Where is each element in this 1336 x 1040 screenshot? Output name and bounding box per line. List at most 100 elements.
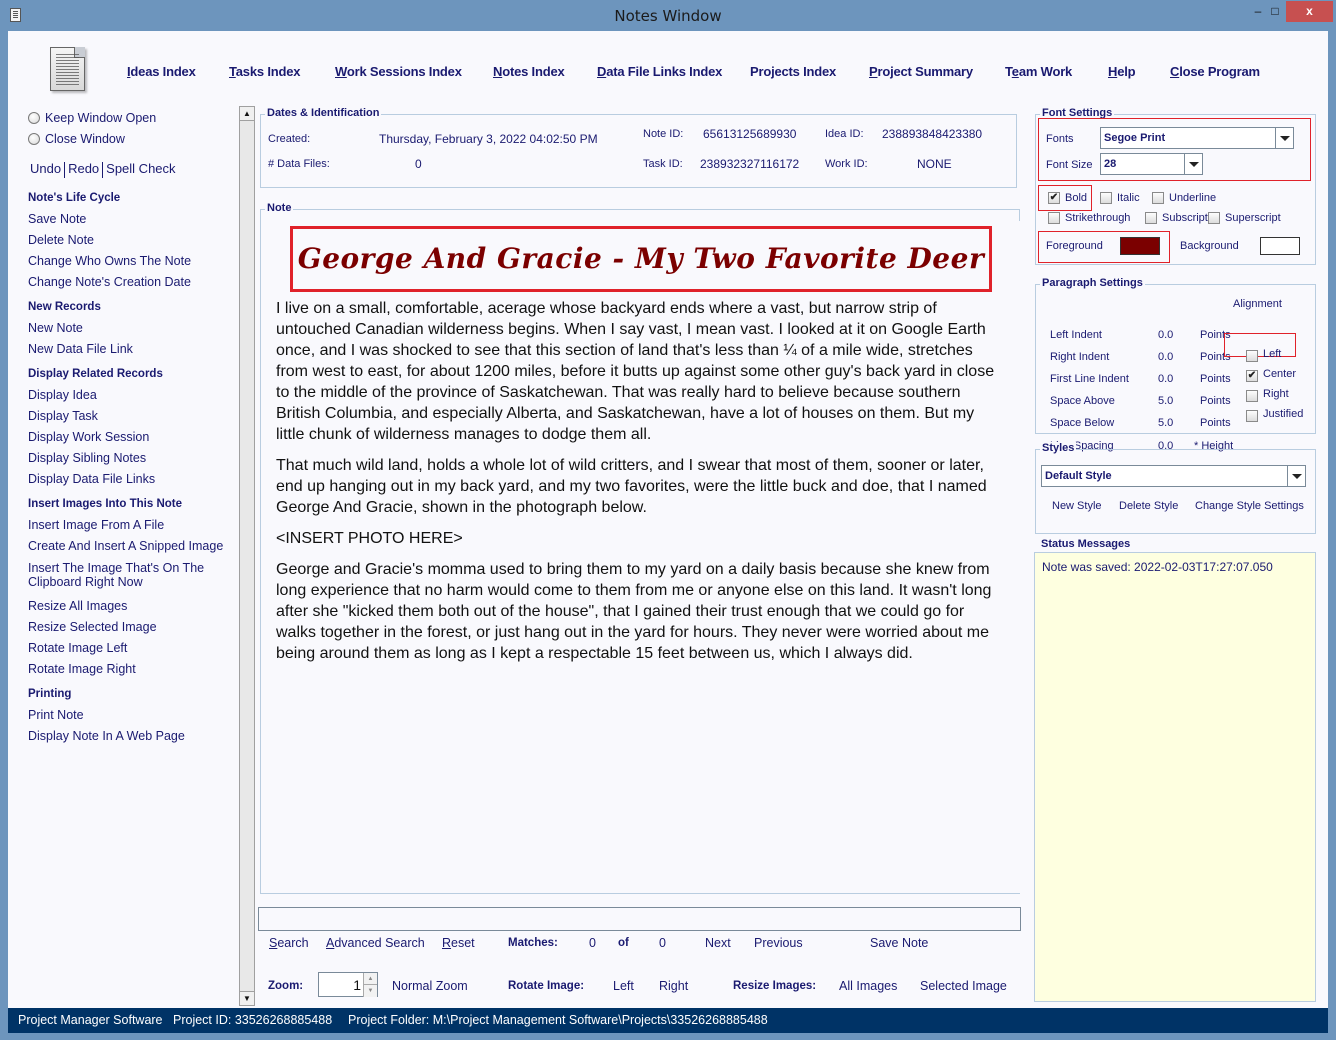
- superscript-label: Superscript: [1225, 212, 1281, 224]
- nav-ideas-index[interactable]: Ideas Index: [127, 64, 196, 79]
- nav-data-file-links-index[interactable]: Data File Links Index: [597, 64, 722, 79]
- search-button[interactable]: Search: [269, 936, 309, 950]
- nav-projects-index[interactable]: Projects Index: [750, 64, 836, 79]
- spinner-down-icon[interactable]: ▼: [363, 985, 377, 997]
- zoom-stepper[interactable]: 1 ▲ ▼: [318, 972, 378, 997]
- redo-button[interactable]: Redo: [68, 161, 99, 176]
- resize-all-images-link[interactable]: Resize All Images: [28, 599, 127, 613]
- space-above-value[interactable]: 5.0: [1158, 395, 1173, 407]
- space-below-value[interactable]: 5.0: [1158, 417, 1173, 429]
- keep-window-open-radio[interactable]: [28, 112, 40, 124]
- scroll-down-arrow-icon[interactable]: ▼: [240, 991, 254, 1005]
- maximize-button[interactable]: □: [1262, 1, 1288, 22]
- resize-selected-image-link[interactable]: Resize Selected Image: [28, 620, 157, 634]
- reset-button[interactable]: Reset: [442, 936, 475, 950]
- background-color-swatch[interactable]: [1260, 237, 1300, 255]
- foreground-color-swatch[interactable]: [1120, 237, 1160, 255]
- right-indent-value[interactable]: 0.0: [1158, 351, 1173, 363]
- change-creation-date-link[interactable]: Change Note's Creation Date: [28, 275, 191, 289]
- display-note-web-page-link[interactable]: Display Note In A Web Page: [28, 729, 185, 743]
- previous-match-button[interactable]: Previous: [754, 936, 803, 950]
- delete-style-button[interactable]: Delete Style: [1119, 500, 1178, 512]
- font-select-value: Segoe Print: [1104, 132, 1166, 144]
- window-title: Notes Window: [614, 7, 722, 25]
- font-size-select[interactable]: 28: [1100, 153, 1203, 175]
- nav-help[interactable]: Help: [1108, 64, 1136, 79]
- next-match-button[interactable]: Next: [705, 936, 731, 950]
- spell-check-button[interactable]: Spell Check: [106, 161, 175, 176]
- save-note-link[interactable]: Save Note: [28, 212, 86, 226]
- new-note-link[interactable]: New Note: [28, 321, 83, 335]
- rotate-image-right-link[interactable]: Rotate Image Right: [28, 662, 136, 676]
- underline-checkbox[interactable]: [1152, 192, 1164, 204]
- nav-close-program[interactable]: Close Program: [1170, 64, 1260, 79]
- status-project-folder: Project Folder: M:\Project Management So…: [348, 1013, 768, 1027]
- nav-tasks-index[interactable]: Tasks Index: [229, 64, 300, 79]
- nav-project-summary[interactable]: Project Summary: [869, 64, 973, 79]
- delete-note-link[interactable]: Delete Note: [28, 233, 94, 247]
- rotate-image-left-link[interactable]: Rotate Image Left: [28, 641, 127, 655]
- display-data-file-links-link[interactable]: Display Data File Links: [28, 472, 155, 486]
- subscript-checkbox[interactable]: [1145, 212, 1157, 224]
- resize-selected-image-button[interactable]: Selected Image: [920, 979, 1007, 993]
- nav-work-sessions-index[interactable]: Work Sessions Index: [335, 64, 462, 79]
- bold-checkbox[interactable]: ✔: [1048, 192, 1060, 204]
- vertical-scrollbar[interactable]: ▲ ▼: [239, 106, 255, 1006]
- italic-checkbox[interactable]: [1100, 192, 1112, 204]
- styles-group: Styles: [1035, 442, 1316, 534]
- normal-zoom-button[interactable]: Normal Zoom: [392, 979, 468, 993]
- new-style-button[interactable]: New Style: [1052, 500, 1102, 512]
- insert-image-from-file-link[interactable]: Insert Image From A File: [28, 518, 164, 532]
- background-label: Background: [1180, 240, 1239, 252]
- edit-actions: Undo Redo Spell Check: [30, 161, 176, 178]
- note-editor[interactable]: George And Gracie - My Two Favorite Deer…: [261, 221, 1021, 893]
- nav-notes-index[interactable]: Notes Index: [493, 64, 565, 79]
- rotate-right-button[interactable]: Right: [659, 979, 688, 993]
- note-text[interactable]: I live on a small, comfortable, acerage …: [276, 298, 1006, 674]
- insert-clipboard-image-link[interactable]: Insert The Image That's On The Clipboard …: [28, 561, 204, 589]
- rotate-left-button[interactable]: Left: [613, 979, 634, 993]
- display-work-session-link[interactable]: Display Work Session: [28, 430, 149, 444]
- status-app-name: Project Manager Software: [18, 1013, 163, 1027]
- advanced-search-button[interactable]: Advanced Search: [326, 936, 425, 950]
- superscript-checkbox[interactable]: [1208, 212, 1220, 224]
- change-style-settings-button[interactable]: Change Style Settings: [1195, 500, 1304, 512]
- first-line-indent-value[interactable]: 0.0: [1158, 373, 1173, 385]
- strikethrough-checkbox[interactable]: [1048, 212, 1060, 224]
- chevron-down-icon[interactable]: [1184, 154, 1202, 174]
- close-window-label[interactable]: Close Window: [45, 132, 125, 146]
- align-right-checkbox[interactable]: [1246, 390, 1258, 402]
- keep-window-open-label[interactable]: Keep Window Open: [45, 111, 156, 125]
- spinner-up-icon[interactable]: ▲: [363, 973, 377, 985]
- change-owner-link[interactable]: Change Who Owns The Note: [28, 254, 191, 268]
- close-button[interactable]: x: [1286, 1, 1333, 22]
- display-idea-link[interactable]: Display Idea: [28, 388, 97, 402]
- save-note-button[interactable]: Save Note: [870, 936, 928, 950]
- display-task-link[interactable]: Display Task: [28, 409, 98, 423]
- align-left-checkbox[interactable]: [1246, 350, 1258, 362]
- insert-snipped-image-link[interactable]: Create And Insert A Snipped Image: [28, 539, 223, 553]
- chevron-down-icon[interactable]: [1287, 466, 1305, 486]
- close-window-radio[interactable]: [28, 133, 40, 145]
- created-value: Thursday, February 3, 2022 04:02:50 PM: [379, 132, 598, 146]
- search-input[interactable]: [258, 907, 1021, 931]
- scroll-up-arrow-icon[interactable]: ▲: [240, 107, 254, 121]
- nav-team-work[interactable]: Team Work: [1005, 64, 1072, 79]
- print-note-link[interactable]: Print Note: [28, 708, 84, 722]
- undo-button[interactable]: Undo: [30, 161, 61, 176]
- idea-id-value: 238893848423380: [882, 127, 983, 141]
- style-select[interactable]: Default Style: [1041, 465, 1306, 487]
- resize-all-images-button[interactable]: All Images: [839, 979, 897, 993]
- nav-label: deas Index: [130, 64, 196, 79]
- alignment-label: Alignment: [1233, 298, 1282, 310]
- font-select[interactable]: Segoe Print: [1100, 127, 1294, 149]
- space-below-unit: Points: [1200, 417, 1231, 429]
- display-sibling-notes-link[interactable]: Display Sibling Notes: [28, 451, 146, 465]
- new-data-file-link[interactable]: New Data File Link: [28, 342, 133, 356]
- left-indent-value[interactable]: 0.0: [1158, 329, 1173, 341]
- align-center-checkbox[interactable]: ✔: [1246, 370, 1258, 382]
- resize-images-label: Resize Images:: [733, 980, 817, 992]
- chevron-down-icon[interactable]: [1275, 128, 1293, 148]
- align-justified-checkbox[interactable]: [1246, 410, 1258, 422]
- zoom-value[interactable]: 1: [353, 977, 361, 993]
